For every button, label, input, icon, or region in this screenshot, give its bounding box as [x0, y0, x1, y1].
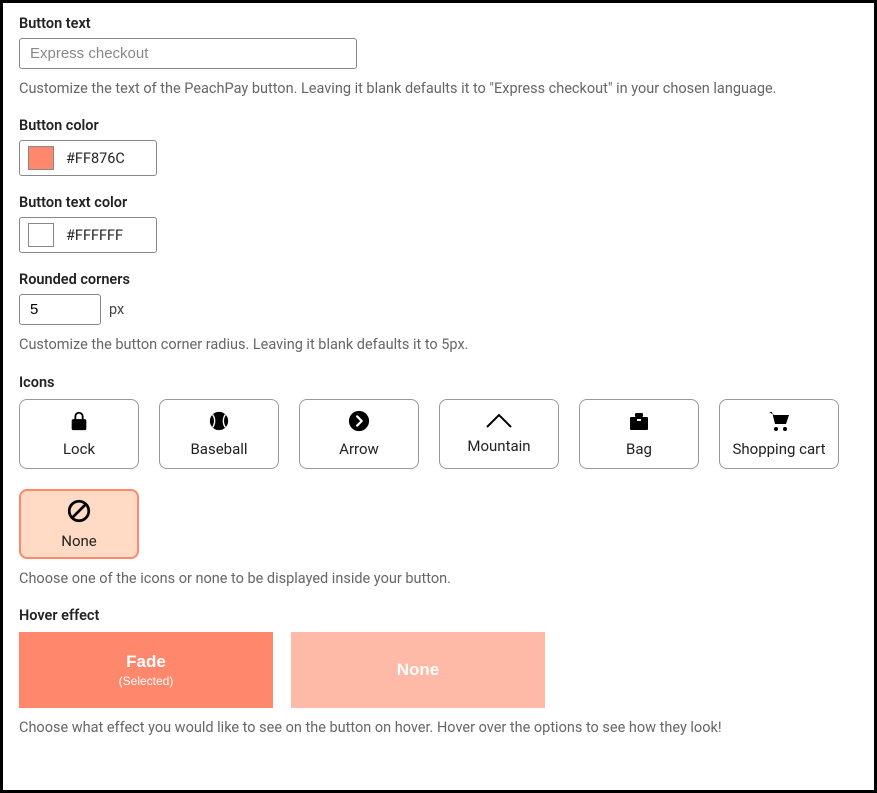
- none-icon: [66, 498, 92, 528]
- icon-option-label: Arrow: [339, 440, 379, 458]
- rounded-corners-unit: px: [109, 301, 124, 318]
- button-text-description: Customize the text of the PeachPay butto…: [19, 79, 858, 99]
- button-color-field[interactable]: #FF876C: [19, 140, 157, 176]
- button-text-section: Button text Customize the text of the Pe…: [19, 15, 858, 99]
- icons-section: Icons Lock Baseball Arrow: [19, 374, 858, 589]
- shopping-cart-icon: [767, 410, 791, 436]
- icon-option-label: Bag: [626, 440, 652, 458]
- hover-fade-sub: (Selected): [119, 674, 174, 688]
- button-text-input[interactable]: [19, 38, 357, 69]
- icon-option-label: Mountain: [467, 437, 530, 455]
- hover-option-none[interactable]: None: [291, 632, 545, 708]
- icons-grid: Lock Baseball Arrow Mountain: [19, 399, 858, 559]
- mountain-icon: [485, 413, 513, 433]
- hover-none-label: None: [397, 660, 440, 680]
- icon-option-bag[interactable]: Bag: [579, 399, 699, 469]
- icon-option-none[interactable]: None: [19, 489, 139, 559]
- button-color-swatch: [28, 146, 54, 170]
- hover-effect-description: Choose what effect you would like to see…: [19, 718, 858, 738]
- hover-option-fade[interactable]: Fade (Selected): [19, 632, 273, 708]
- button-text-color-swatch: [28, 223, 54, 247]
- icon-option-label: Baseball: [190, 440, 247, 458]
- icon-option-arrow[interactable]: Arrow: [299, 399, 419, 469]
- button-text-color-value: #FFFFFF: [66, 227, 123, 244]
- button-text-color-field[interactable]: #FFFFFF: [19, 217, 157, 253]
- icons-label: Icons: [19, 374, 858, 391]
- icon-option-shopping-cart[interactable]: Shopping cart: [719, 399, 839, 469]
- rounded-corners-label: Rounded corners: [19, 271, 858, 288]
- icon-option-baseball[interactable]: Baseball: [159, 399, 279, 469]
- button-text-color-label: Button text color: [19, 194, 858, 211]
- icon-option-label: None: [61, 532, 97, 550]
- rounded-corners-description: Customize the button corner radius. Leav…: [19, 335, 858, 355]
- button-color-section: Button color #FF876C: [19, 117, 858, 176]
- lock-icon: [68, 410, 90, 436]
- icon-option-lock[interactable]: Lock: [19, 399, 139, 469]
- hover-fade-label: Fade: [126, 652, 166, 672]
- button-text-label: Button text: [19, 15, 858, 32]
- rounded-corners-input[interactable]: [19, 294, 101, 325]
- baseball-icon: [208, 410, 230, 436]
- hover-row: Fade (Selected) None: [19, 632, 858, 708]
- hover-effect-section: Hover effect Fade (Selected) None Choose…: [19, 607, 858, 738]
- arrow-icon: [348, 410, 370, 436]
- hover-effect-label: Hover effect: [19, 607, 858, 624]
- button-text-color-section: Button text color #FFFFFF: [19, 194, 858, 253]
- button-color-label: Button color: [19, 117, 858, 134]
- icon-option-label: Lock: [63, 440, 95, 458]
- bag-icon: [627, 410, 651, 436]
- button-color-value: #FF876C: [66, 150, 125, 167]
- icon-option-mountain[interactable]: Mountain: [439, 399, 559, 469]
- settings-panel: Button text Customize the text of the Pe…: [0, 0, 877, 793]
- icon-option-label: Shopping cart: [732, 440, 825, 458]
- icons-description: Choose one of the icons or none to be di…: [19, 569, 858, 589]
- rounded-corners-section: Rounded corners px Customize the button …: [19, 271, 858, 355]
